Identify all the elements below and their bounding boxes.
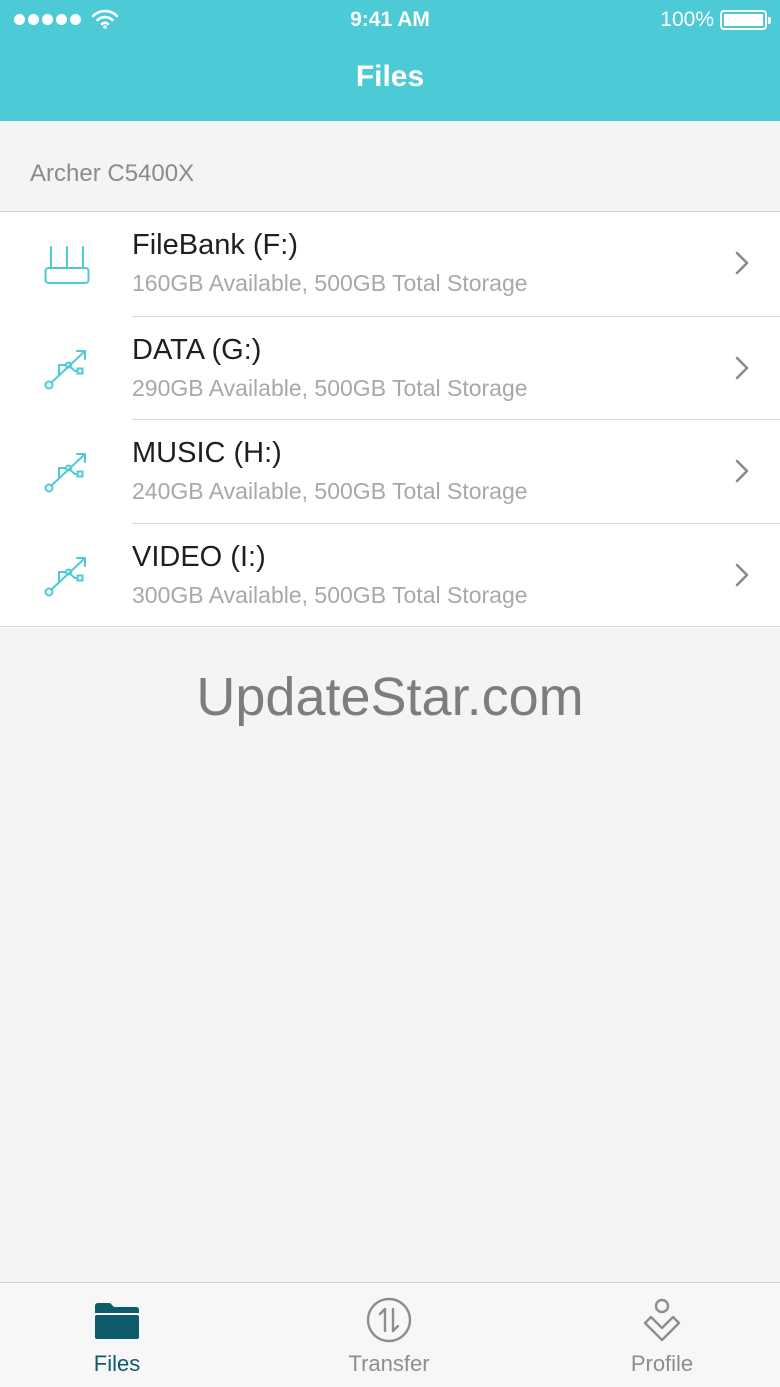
drive-name: MUSIC (H:) xyxy=(132,437,282,469)
tab-label: Profile xyxy=(630,1351,694,1376)
folder-icon xyxy=(95,1303,139,1339)
header: 9:41 AM 100% Files xyxy=(0,0,780,121)
drive-row-video[interactable]: VIDEO (I:) 300GB Available, 500GB Total … xyxy=(0,522,780,627)
status-bar: 9:41 AM 100% xyxy=(0,0,780,40)
tab-files[interactable]: Files xyxy=(37,1283,197,1387)
drive-name: VIDEO (I:) xyxy=(132,540,266,573)
tab-label: Transfer xyxy=(348,1351,430,1376)
tab-bar: Files Transfer Profile xyxy=(0,1282,780,1387)
drive-list: FileBank (F:) 160GB Available, 500GB Tot… xyxy=(0,211,780,627)
chevron-right-icon xyxy=(735,459,749,483)
usb-icon xyxy=(44,453,86,493)
drive-storage: 160GB Available, 500GB Total Storage xyxy=(132,270,528,296)
drive-storage: 240GB Available, 500GB Total Storage xyxy=(132,478,528,504)
drive-row-data[interactable]: DATA (G:) 290GB Available, 500GB Total S… xyxy=(0,315,780,420)
battery-percent: 100% xyxy=(660,8,714,31)
drive-storage: 300GB Available, 500GB Total Storage xyxy=(132,581,528,608)
drive-row-music[interactable]: MUSIC (H:) 240GB Available, 500GB Total … xyxy=(0,419,780,523)
drive-row-filebank[interactable]: FileBank (F:) 160GB Available, 500GB Tot… xyxy=(0,212,780,316)
drive-name: FileBank (F:) xyxy=(132,229,298,261)
device-name: Archer C5400X xyxy=(30,160,195,187)
usb-icon xyxy=(44,349,86,389)
transfer-icon xyxy=(366,1297,412,1343)
profile-icon xyxy=(643,1298,681,1342)
page-title: Files xyxy=(355,60,425,93)
drive-name: DATA (G:) xyxy=(132,333,262,366)
chevron-right-icon xyxy=(735,563,749,586)
chevron-right-icon xyxy=(735,356,749,379)
tab-profile[interactable]: Profile xyxy=(582,1283,742,1387)
battery-icon xyxy=(720,10,771,30)
tab-label: Files xyxy=(93,1351,141,1376)
usb-icon xyxy=(44,556,86,596)
watermark: UpdateStar.com xyxy=(196,667,584,727)
files-screen: 9:41 AM 100% Files Archer C5400X FileBan… xyxy=(0,0,780,1387)
drive-storage: 290GB Available, 500GB Total Storage xyxy=(132,374,528,401)
chevron-right-icon xyxy=(735,251,749,275)
tab-transfer[interactable]: Transfer xyxy=(309,1283,469,1387)
router-icon xyxy=(44,246,90,284)
